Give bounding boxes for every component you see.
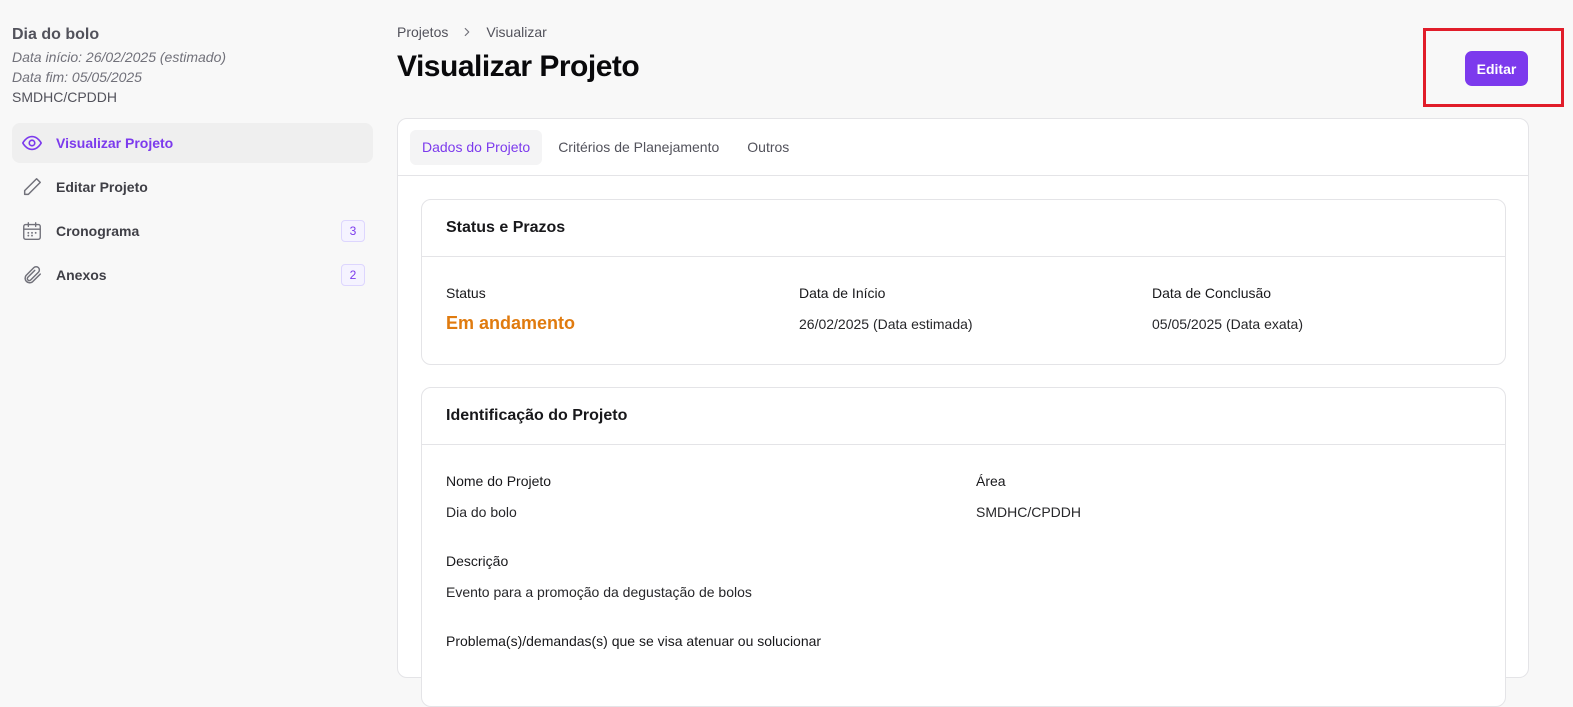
- sidebar-item-label: Editar Projeto: [56, 179, 148, 195]
- description-field: Descrição Evento para a promoção da degu…: [446, 553, 752, 600]
- end-date-field: Data de Conclusão 05/05/2025 (Data exata…: [1152, 285, 1303, 332]
- identification-card: Identificação do Projeto Nome do Projeto…: [421, 387, 1506, 707]
- eye-icon: [20, 131, 44, 155]
- project-name-field: Nome do Projeto Dia do bolo: [446, 473, 551, 520]
- calendar-icon: [20, 219, 44, 243]
- tab-bar: Dados do Projeto Critérios de Planejamen…: [398, 119, 1528, 176]
- paperclip-icon: [20, 263, 44, 287]
- project-summary: Dia do bolo Data início: 26/02/2025 (est…: [12, 26, 226, 107]
- page-title: Visualizar Projeto: [397, 50, 640, 83]
- problem-field: Problema(s)/demandas(s) que se visa aten…: [446, 633, 821, 649]
- sidebar: Dia do bolo Data início: 26/02/2025 (est…: [0, 0, 385, 654]
- main-content: Projetos Visualizar Visualizar Projeto E…: [397, 0, 1573, 707]
- project-end-date: Data fim: 05/05/2025: [12, 69, 142, 85]
- field-label: Nome do Projeto: [446, 473, 552, 489]
- field-value: 05/05/2025 (Data exata): [1152, 316, 1303, 332]
- field-label: Descrição: [446, 553, 509, 569]
- sidebar-item-editar-projeto[interactable]: Editar Projeto: [12, 167, 373, 207]
- card-title: Status e Prazos: [422, 200, 1505, 257]
- sidebar-item-label: Visualizar Projeto: [56, 135, 174, 151]
- project-area: SMDHC/CPDDH: [12, 89, 117, 105]
- field-label: Data de Conclusão: [1152, 285, 1272, 301]
- start-date-field: Data de Início 26/02/2025 (Data estimada…: [799, 285, 973, 332]
- breadcrumb: Projetos Visualizar: [397, 24, 547, 40]
- chevron-right-icon: [460, 25, 474, 39]
- tab-dados-do-projeto[interactable]: Dados do Projeto: [410, 129, 543, 165]
- field-value: Evento para a promoção da degustação de …: [446, 584, 752, 600]
- card-title: Identificação do Projeto: [422, 388, 1505, 445]
- sidebar-item-visualizar-projeto[interactable]: Visualizar Projeto: [12, 123, 373, 163]
- status-card: Status e Prazos Status Em andamento Data…: [421, 199, 1506, 365]
- edit-button[interactable]: Editar: [1465, 51, 1528, 86]
- breadcrumb-visualizar: Visualizar: [486, 24, 547, 40]
- field-label: Data de Início: [799, 285, 886, 301]
- pencil-icon: [20, 175, 44, 199]
- field-label: Área: [976, 473, 1006, 489]
- tab-criterios-de-planejamento[interactable]: Critérios de Planejamento: [546, 130, 731, 165]
- count-badge: 3: [341, 220, 365, 242]
- sidebar-item-cronograma[interactable]: Cronograma 3: [12, 211, 373, 251]
- sidebar-nav: Visualizar Projeto Editar Projeto Cronog…: [12, 123, 373, 299]
- field-value: 26/02/2025 (Data estimada): [799, 316, 973, 332]
- project-start-date: Data início: 26/02/2025 (estimado): [12, 49, 227, 65]
- area-field: Área SMDHC/CPDDH: [976, 473, 1081, 520]
- sidebar-item-label: Cronograma: [56, 223, 140, 239]
- field-value: SMDHC/CPDDH: [976, 504, 1081, 520]
- status-field: Status Em andamento: [446, 285, 575, 334]
- breadcrumb-projetos[interactable]: Projetos: [397, 24, 448, 40]
- sidebar-item-anexos[interactable]: Anexos 2: [12, 255, 373, 295]
- project-panel: Dados do Projeto Critérios de Planejamen…: [397, 118, 1529, 707]
- sidebar-item-label: Anexos: [56, 267, 107, 283]
- project-title: Dia do bolo: [12, 26, 100, 43]
- field-label: Problema(s)/demandas(s) que se visa aten…: [446, 633, 822, 649]
- field-label: Status: [446, 285, 486, 301]
- field-value: Dia do bolo: [446, 504, 517, 520]
- count-badge: 2: [341, 264, 365, 286]
- status-badge: Em andamento: [446, 313, 576, 333]
- tab-outros[interactable]: Outros: [735, 130, 801, 165]
